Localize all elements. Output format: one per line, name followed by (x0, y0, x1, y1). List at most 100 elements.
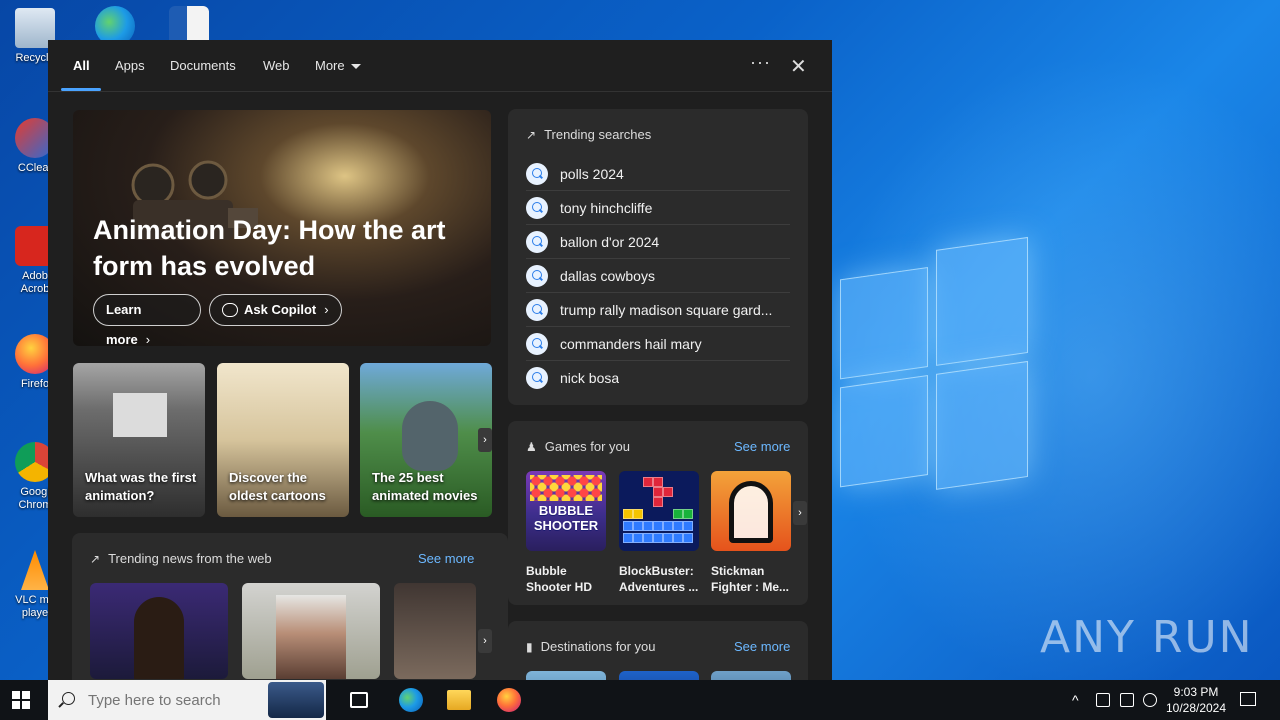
destination-thumbnail[interactable] (526, 671, 606, 680)
meet-now-icon[interactable] (1096, 693, 1110, 707)
destination-thumbnail[interactable] (619, 671, 699, 680)
chevron-up-icon[interactable]: ^ (1072, 680, 1079, 720)
search-icon (526, 367, 548, 389)
news-thumbnail[interactable] (242, 583, 380, 679)
notification-center-icon[interactable] (1240, 692, 1256, 706)
chevron-right-icon: › (324, 302, 329, 317)
anyrun-watermark: ANY RUN (1040, 612, 1254, 663)
active-tab-indicator (61, 88, 101, 91)
games-heading: ♟ Games for you (526, 439, 630, 454)
destinations-label: Destinations for you (540, 639, 656, 654)
games-section: ♟ Games for you See more BUBBLE SHOOTER B… (508, 421, 808, 605)
trending-arrow-icon: ↗ (90, 552, 101, 566)
game-thumbnail (711, 471, 791, 551)
trending-news-heading: ↗ Trending news from the web (90, 551, 272, 566)
see-more-link[interactable]: See more (734, 639, 790, 654)
taskbar: ^ 9:03 PM 10/28/2024 (0, 680, 1280, 720)
trending-arrow-icon: ↗ (526, 128, 537, 142)
game-tile-bubble-shooter[interactable]: BUBBLE SHOOTER Bubble Shooter HD (526, 471, 606, 595)
trending-item-text: tony hinchcliffe (560, 199, 653, 216)
game-controller-icon: ♟ (526, 440, 537, 454)
chat-bubble-icon (222, 302, 238, 317)
game-name: Bubble Shooter HD (526, 564, 592, 594)
news-thumbnail[interactable] (90, 583, 228, 679)
card-oldest-cartoons[interactable]: Discover the oldest cartoons (217, 363, 349, 517)
learn-more-button[interactable]: Learn more › (93, 294, 201, 346)
search-tabs: All Apps Documents Web More ··· ✕ (48, 40, 832, 92)
search-icon (526, 298, 548, 321)
trending-item-text: dallas cowboys (560, 267, 655, 284)
tab-all[interactable]: All (73, 58, 90, 73)
tab-more-label: More (315, 58, 345, 73)
game-tile-blockbuster[interactable]: BlockBuster: Adventures ... (619, 471, 699, 595)
ellipsis-icon[interactable]: ··· (750, 52, 771, 73)
chevron-right-icon[interactable]: › (793, 501, 807, 525)
ask-copilot-button[interactable]: Ask Copilot › (209, 294, 342, 326)
trending-item-text: nick bosa (560, 370, 620, 386)
tab-more[interactable]: More (315, 58, 361, 73)
game-thumbnail (619, 471, 699, 551)
card-title: What was the first animation? (85, 470, 197, 503)
windows-start-icon[interactable] (12, 691, 30, 709)
network-icon[interactable] (1120, 693, 1134, 707)
trending-item-text: trump rally madison square gard... (560, 301, 773, 318)
see-more-link[interactable]: See more (734, 439, 790, 454)
news-thumbnail[interactable] (394, 583, 476, 679)
card-best-animated-movies[interactable]: The 25 best animated movies (360, 363, 492, 517)
hero-title: Animation Day: How the art form has evol… (93, 215, 446, 281)
destinations-section: ▮ Destinations for you See more (508, 621, 808, 680)
taskbar-search-input[interactable] (88, 690, 268, 710)
trending-item[interactable]: tony hinchcliffe (526, 191, 790, 225)
ask-copilot-label: Ask Copilot (244, 302, 317, 317)
search-icon (62, 692, 75, 705)
card-title: The 25 best animated movies (372, 470, 478, 503)
system-clock[interactable]: 9:03 PM 10/28/2024 (1162, 684, 1230, 716)
card-first-animation[interactable]: What was the first animation? (73, 363, 205, 517)
chevron-right-icon[interactable]: › (478, 428, 492, 452)
trending-searches-heading: ↗ Trending searches (526, 127, 651, 142)
trending-item[interactable]: nick bosa (526, 361, 790, 395)
trending-news-label: Trending news from the web (108, 551, 272, 566)
search-icon (526, 230, 548, 253)
trending-item[interactable]: commanders hail mary (526, 327, 790, 361)
game-name: Stickman Fighter : Me... (711, 564, 789, 594)
search-icon (526, 264, 548, 287)
trending-item-text: ballon d'or 2024 (560, 233, 660, 250)
hero-card[interactable]: Animation Day: How the art form has evol… (73, 110, 491, 346)
clock-date: 10/28/2024 (1165, 701, 1227, 715)
taskbar-search-box[interactable] (48, 680, 326, 720)
trending-news-section: ↗ Trending news from the web See more › (72, 533, 508, 680)
chevron-right-icon: › (145, 332, 151, 346)
edge-icon[interactable] (399, 688, 423, 712)
volume-icon[interactable] (1143, 693, 1157, 707)
search-panel: All Apps Documents Web More ··· ✕ Animat… (48, 40, 832, 680)
trending-item-text: commanders hail mary (560, 335, 702, 352)
chevron-right-icon[interactable]: › (478, 629, 492, 653)
trending-item[interactable]: trump rally madison square gard... (526, 293, 790, 327)
trending-item[interactable]: dallas cowboys (526, 259, 790, 293)
trending-item-text: polls 2024 (560, 165, 624, 182)
trending-searches-section: ↗ Trending searches polls 2024 tony hinch… (508, 109, 808, 405)
tab-documents[interactable]: Documents (170, 58, 236, 73)
search-icon (526, 162, 548, 185)
task-view-icon[interactable] (350, 692, 368, 708)
tab-apps[interactable]: Apps (115, 58, 145, 73)
close-icon[interactable]: ✕ (790, 54, 807, 79)
game-thumbnail: BUBBLE SHOOTER (526, 471, 606, 551)
search-icon (526, 196, 548, 219)
trending-item[interactable]: ballon d'or 2024 (526, 225, 790, 259)
file-explorer-icon[interactable] (447, 690, 471, 710)
game-tile-stickman-fighter[interactable]: Stickman Fighter : Me... (711, 471, 791, 595)
card-title: Discover the oldest cartoons (229, 470, 326, 503)
game-art-title: BUBBLE SHOOTER (533, 503, 599, 533)
windows-logo-wallpaper (840, 225, 1030, 492)
games-label: Games for you (544, 439, 631, 454)
totoro-image (402, 401, 458, 471)
trending-item[interactable]: polls 2024 (526, 157, 790, 191)
destination-thumbnail[interactable] (711, 671, 791, 680)
tab-web[interactable]: Web (263, 58, 290, 73)
firefox-icon[interactable] (497, 688, 521, 712)
search-icon (526, 332, 548, 355)
search-highlight-image[interactable] (268, 682, 324, 718)
see-more-link[interactable]: See more (418, 551, 474, 566)
